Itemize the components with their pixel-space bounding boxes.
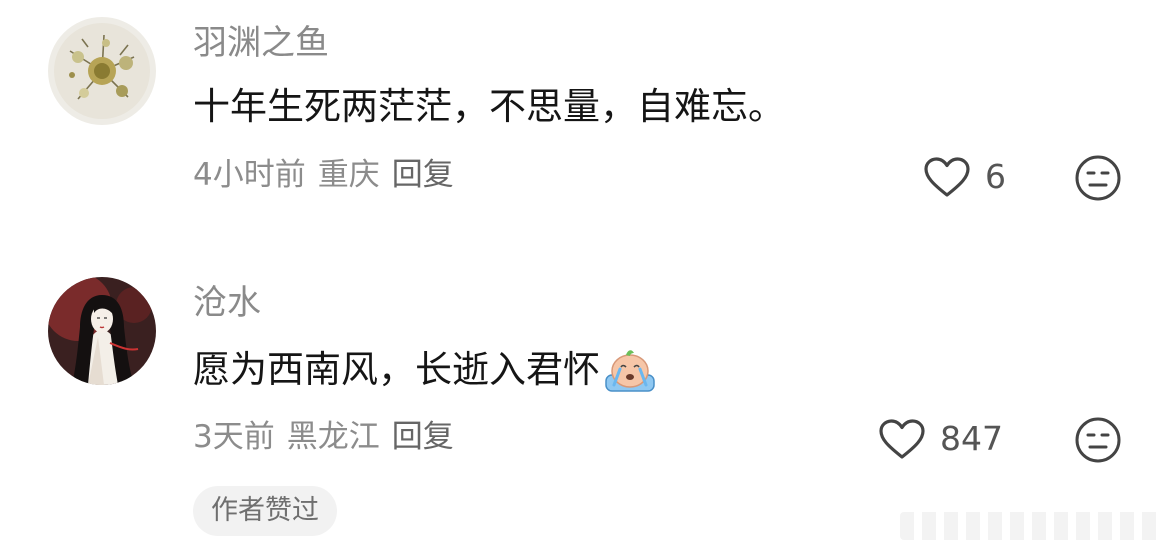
- location: 黑龙江: [286, 419, 380, 455]
- crying-emoji-icon: [605, 350, 655, 392]
- username[interactable]: 沧水: [193, 283, 261, 323]
- timestamp: 4小时前: [193, 157, 306, 193]
- comment-meta: 3天前 黑龙江 回复: [193, 418, 466, 456]
- like-button[interactable]: 6: [923, 156, 1006, 198]
- neutral-face-icon: [1075, 417, 1121, 463]
- comment-text: 愿为西南风，长逝入君怀: [193, 345, 658, 395]
- avatar[interactable]: [48, 17, 156, 125]
- reply-button[interactable]: 回复: [392, 419, 454, 455]
- reply-button[interactable]: 回复: [392, 157, 454, 193]
- avatar[interactable]: [48, 277, 156, 385]
- neutral-face-icon: [1075, 155, 1121, 201]
- comment-text-body: 愿为西南风，长逝入君怀: [193, 348, 600, 391]
- timestamp: 3天前: [193, 419, 275, 455]
- heart-outline-icon: [879, 419, 925, 459]
- comment-meta: 4小时前 重庆 回复: [193, 156, 466, 194]
- like-button[interactable]: 847: [878, 418, 1003, 460]
- author-liked-badge: 作者赞过: [193, 486, 337, 536]
- username[interactable]: 羽渊之鱼: [193, 23, 329, 63]
- watermark: [900, 512, 1160, 540]
- dried-flower-avatar-icon: [48, 17, 156, 125]
- comment-text: 十年生死两茫茫，不思量，自难忘。: [193, 84, 785, 130]
- ink-painting-woman-avatar-icon: [48, 277, 156, 385]
- dislike-button[interactable]: [1073, 415, 1123, 465]
- like-count: 6: [985, 157, 1006, 196]
- like-count: 847: [940, 419, 1003, 458]
- heart-outline-icon: [924, 157, 970, 197]
- comment-text-body: 十年生死两茫茫，不思量，自难忘。: [193, 85, 785, 128]
- location: 重庆: [317, 157, 380, 193]
- dislike-button[interactable]: [1073, 153, 1123, 203]
